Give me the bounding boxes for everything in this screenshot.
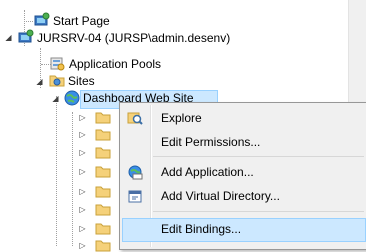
- folder-icon: [95, 129, 111, 141]
- menu-item-add-application[interactable]: Add Application...: [122, 161, 366, 183]
- expand-arrow-icon[interactable]: ▷: [78, 187, 87, 196]
- expand-arrow-icon[interactable]: ▷: [78, 148, 87, 157]
- tree-item-label: JURSRV-04 (JURSP\admin.desenv): [37, 31, 231, 45]
- menu-item-add-virtual-directory[interactable]: Add Virtual Directory...: [122, 185, 366, 207]
- add-virtual-directory-icon: [128, 190, 142, 203]
- tree-connector: [24, 21, 33, 22]
- folder-icon: [95, 186, 111, 198]
- menu-item-label: Edit Permissions...: [161, 135, 261, 149]
- expand-arrow-icon[interactable]: ▷: [78, 205, 87, 214]
- tree-connector: [72, 112, 73, 246]
- context-menu: Explore Edit Permissions... Add Applicat…: [119, 102, 366, 250]
- menu-item-label: Explore: [161, 111, 202, 125]
- add-application-icon: [128, 165, 143, 180]
- expand-arrow-icon[interactable]: ▷: [78, 224, 87, 233]
- menu-item-label: Add Virtual Directory...: [161, 189, 280, 203]
- start-page-icon: [34, 12, 50, 26]
- globe-icon: [64, 90, 80, 106]
- application-pools-icon: [50, 57, 65, 71]
- tree-connector: [56, 96, 57, 246]
- folder-icon: [95, 166, 111, 178]
- folder-icon: [95, 112, 111, 124]
- menu-item-explore[interactable]: Explore: [122, 107, 366, 129]
- expand-arrow-icon[interactable]: ▷: [78, 113, 87, 122]
- collapse-arrow-icon[interactable]: ◢: [51, 94, 60, 103]
- menu-separator: [153, 211, 364, 212]
- tree-item-label: Sites: [68, 74, 95, 88]
- folder-icon: [95, 223, 111, 235]
- collapse-arrow-icon[interactable]: ◢: [4, 33, 13, 42]
- menu-item-edit-bindings[interactable]: Edit Bindings...: [122, 218, 366, 242]
- tree-item-label: Start Page: [53, 14, 110, 28]
- explore-icon: [127, 112, 143, 125]
- menu-item-label: Edit Bindings...: [161, 222, 242, 236]
- menu-item-edit-permissions[interactable]: Edit Permissions...: [122, 131, 366, 153]
- menu-separator: [153, 156, 364, 157]
- menu-item-label: Add Application...: [161, 165, 254, 179]
- expand-arrow-icon[interactable]: ▷: [78, 130, 87, 139]
- collapse-arrow-icon[interactable]: ◢: [35, 77, 44, 86]
- folder-icon: [95, 204, 111, 216]
- tree-item-label: Application Pools: [69, 57, 162, 71]
- folder-icon: [95, 147, 111, 159]
- server-icon: [18, 29, 34, 43]
- expand-arrow-icon[interactable]: ▷: [78, 167, 87, 176]
- sites-folder-icon: [49, 75, 65, 87]
